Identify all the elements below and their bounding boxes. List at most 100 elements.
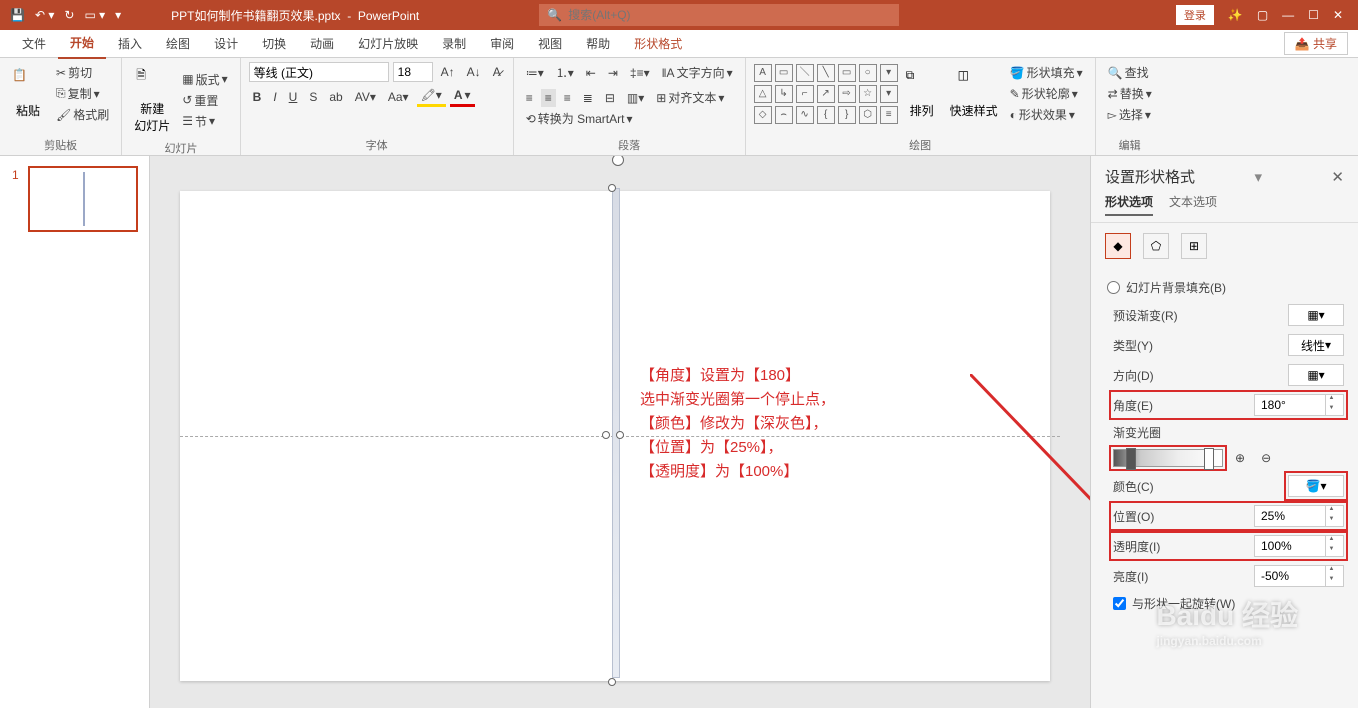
gradient-angle-input[interactable]: 180° ▲▼ [1254, 394, 1344, 416]
replace-button[interactable]: ⇄ 替换 ▾ [1104, 83, 1156, 104]
wand-icon[interactable]: ✨ [1228, 8, 1243, 22]
align-left-button[interactable]: ≡ [522, 89, 537, 107]
font-size-input[interactable] [393, 62, 433, 82]
fill-slide-bg-radio[interactable]: 幻灯片背景填充(B) [1107, 279, 1344, 296]
strike-button[interactable]: S [305, 88, 321, 106]
gradient-stop-2[interactable] [1204, 448, 1214, 470]
pane-dropdown-icon[interactable]: ▾ [1254, 168, 1262, 186]
gradient-direction-picker[interactable]: ▦▾ [1288, 364, 1344, 386]
gradient-stop-1[interactable] [1126, 448, 1136, 470]
resize-handle-e[interactable] [616, 431, 624, 439]
increase-indent-button[interactable]: ⇥ [604, 64, 622, 82]
bold-button[interactable]: B [249, 88, 266, 106]
select-button[interactable]: ▻ 选择 ▾ [1104, 104, 1156, 125]
text-direction-button[interactable]: ‖A 文字方向 ▾ [658, 62, 737, 83]
tab-home[interactable]: 开始 [58, 29, 106, 59]
tab-slideshow[interactable]: 幻灯片放映 [346, 30, 430, 58]
decrease-indent-button[interactable]: ⇤ [582, 64, 600, 82]
font-color-button[interactable]: A▾ [450, 86, 475, 107]
slideshow-icon[interactable]: ▭ ▾ [84, 8, 105, 22]
search-box[interactable]: 🔍 [539, 4, 899, 26]
char-spacing-button[interactable]: AV▾ [351, 88, 380, 106]
pane-close-icon[interactable]: ✕ [1331, 168, 1344, 186]
minimize-icon[interactable]: — [1282, 8, 1294, 22]
tab-text-options[interactable]: 文本选项 [1169, 193, 1217, 216]
shadow-button[interactable]: ab [325, 88, 346, 106]
redo-icon[interactable]: ↻ [64, 8, 74, 22]
distribute-button[interactable]: ⊟ [601, 89, 619, 107]
underline-button[interactable]: U [285, 88, 302, 106]
rotate-with-shape-checkbox[interactable]: 与形状一起旋转(W) [1113, 595, 1344, 612]
align-right-button[interactable]: ≡ [560, 89, 575, 107]
align-center-button[interactable]: ≡ [541, 89, 556, 107]
search-input[interactable] [568, 8, 891, 22]
remove-stop-button[interactable]: ⊖ [1257, 449, 1275, 467]
shape-fill-button[interactable]: 🪣 形状填充 ▾ [1006, 62, 1087, 83]
gradient-stops-bar[interactable] [1113, 449, 1223, 467]
convert-smartart-button[interactable]: ⟲ 转换为 SmartArt ▾ [522, 108, 637, 129]
shape-outline-button[interactable]: ✎ 形状轮廓 ▾ [1006, 83, 1087, 104]
decrease-font-button[interactable]: A↓ [463, 63, 485, 81]
resize-handle-n[interactable] [608, 184, 616, 192]
justify-button[interactable]: ≣ [579, 89, 597, 107]
change-case-button[interactable]: Aa▾ [384, 88, 413, 106]
gradient-type-select[interactable]: 线性▾ [1288, 334, 1344, 356]
italic-button[interactable]: I [269, 88, 280, 106]
share-button[interactable]: 📤 共享 [1284, 32, 1348, 55]
qat-more-icon[interactable]: ▾ [115, 8, 121, 22]
radio-input[interactable] [1107, 281, 1120, 294]
cut-button[interactable]: ✂ 剪切 [52, 62, 113, 83]
slide-canvas-area[interactable]: 【角度】设置为【180】 选中渐变光圈第一个停止点， 【颜色】修改为【深灰色】，… [150, 156, 1090, 708]
paste-button[interactable]: 📋 粘贴 [8, 64, 48, 123]
preset-gradient-picker[interactable]: ▦▾ [1288, 304, 1344, 326]
bullets-button[interactable]: ≔▾ [522, 64, 548, 82]
layout-button[interactable]: ▦ 版式 ▾ [178, 69, 231, 90]
selected-shape[interactable] [604, 156, 624, 686]
tab-shape-options[interactable]: 形状选项 [1105, 193, 1153, 216]
checkbox-input[interactable] [1113, 597, 1126, 610]
size-position-icon[interactable]: ⊞ [1181, 233, 1207, 259]
tab-record[interactable]: 录制 [430, 30, 478, 58]
rotate-handle[interactable] [612, 156, 624, 166]
clear-format-button[interactable]: A̷ [489, 63, 505, 81]
fill-line-icon[interactable]: ◆ [1105, 233, 1131, 259]
resize-handle-w[interactable] [602, 431, 610, 439]
tab-shape-format[interactable]: 形状格式 [622, 30, 694, 58]
tab-review[interactable]: 审阅 [478, 30, 526, 58]
section-button[interactable]: ☰ 节 ▾ [178, 111, 231, 132]
new-slide-button[interactable]: 🗎 新建 幻灯片 [130, 62, 174, 138]
maximize-icon[interactable]: ☐ [1308, 8, 1319, 22]
close-icon[interactable]: ✕ [1333, 8, 1343, 22]
format-painter-button[interactable]: 🖌 格式刷 [52, 104, 113, 125]
tab-help[interactable]: 帮助 [574, 30, 622, 58]
tab-transition[interactable]: 切换 [250, 30, 298, 58]
highlight-color-button[interactable]: 🖍▾ [417, 86, 446, 107]
shape-effects-button[interactable]: ◐ 形状效果 ▾ [1006, 104, 1087, 125]
tab-design[interactable]: 设计 [202, 30, 250, 58]
slide-thumbnail-1[interactable]: 1 [28, 166, 138, 232]
reset-button[interactable]: ↺ 重置 [178, 90, 231, 111]
login-button[interactable]: 登录 [1176, 5, 1214, 25]
copy-button[interactable]: ⎘ 复制 ▾ [52, 83, 113, 104]
align-text-button[interactable]: ⊞ 对齐文本 ▾ [652, 87, 728, 108]
effects-icon[interactable]: ⬠ [1143, 233, 1169, 259]
tab-animation[interactable]: 动画 [298, 30, 346, 58]
find-button[interactable]: 🔍 查找 [1104, 62, 1156, 83]
resize-handle-s[interactable] [608, 678, 616, 686]
ribbon-display-icon[interactable]: ▢ [1257, 8, 1268, 22]
font-name-input[interactable] [249, 62, 389, 82]
tab-draw[interactable]: 绘图 [154, 30, 202, 58]
line-spacing-button[interactable]: ‡≡▾ [626, 64, 654, 82]
increase-font-button[interactable]: A↑ [437, 63, 459, 81]
gradient-color-picker[interactable]: 🪣▾ [1288, 475, 1344, 497]
arrange-button[interactable]: ⧉ 排列 [902, 64, 942, 123]
gradient-brightness-input[interactable]: -50% ▲▼ [1254, 565, 1344, 587]
tab-insert[interactable]: 插入 [106, 30, 154, 58]
undo-icon[interactable]: ↶ ▾ [35, 8, 54, 22]
add-stop-button[interactable]: ⊕ [1231, 449, 1249, 467]
gradient-position-input[interactable]: 25% ▲▼ [1254, 505, 1344, 527]
shapes-gallery[interactable]: A▭＼╲▭○▾ △↳⌐↗⇨☆▾ ◇⌢∿{}⬡≡ [754, 64, 898, 124]
quick-styles-button[interactable]: ◫ 快速样式 [946, 64, 1002, 123]
gradient-transparency-input[interactable]: 100% ▲▼ [1254, 535, 1344, 557]
save-icon[interactable]: 💾 [10, 8, 25, 22]
